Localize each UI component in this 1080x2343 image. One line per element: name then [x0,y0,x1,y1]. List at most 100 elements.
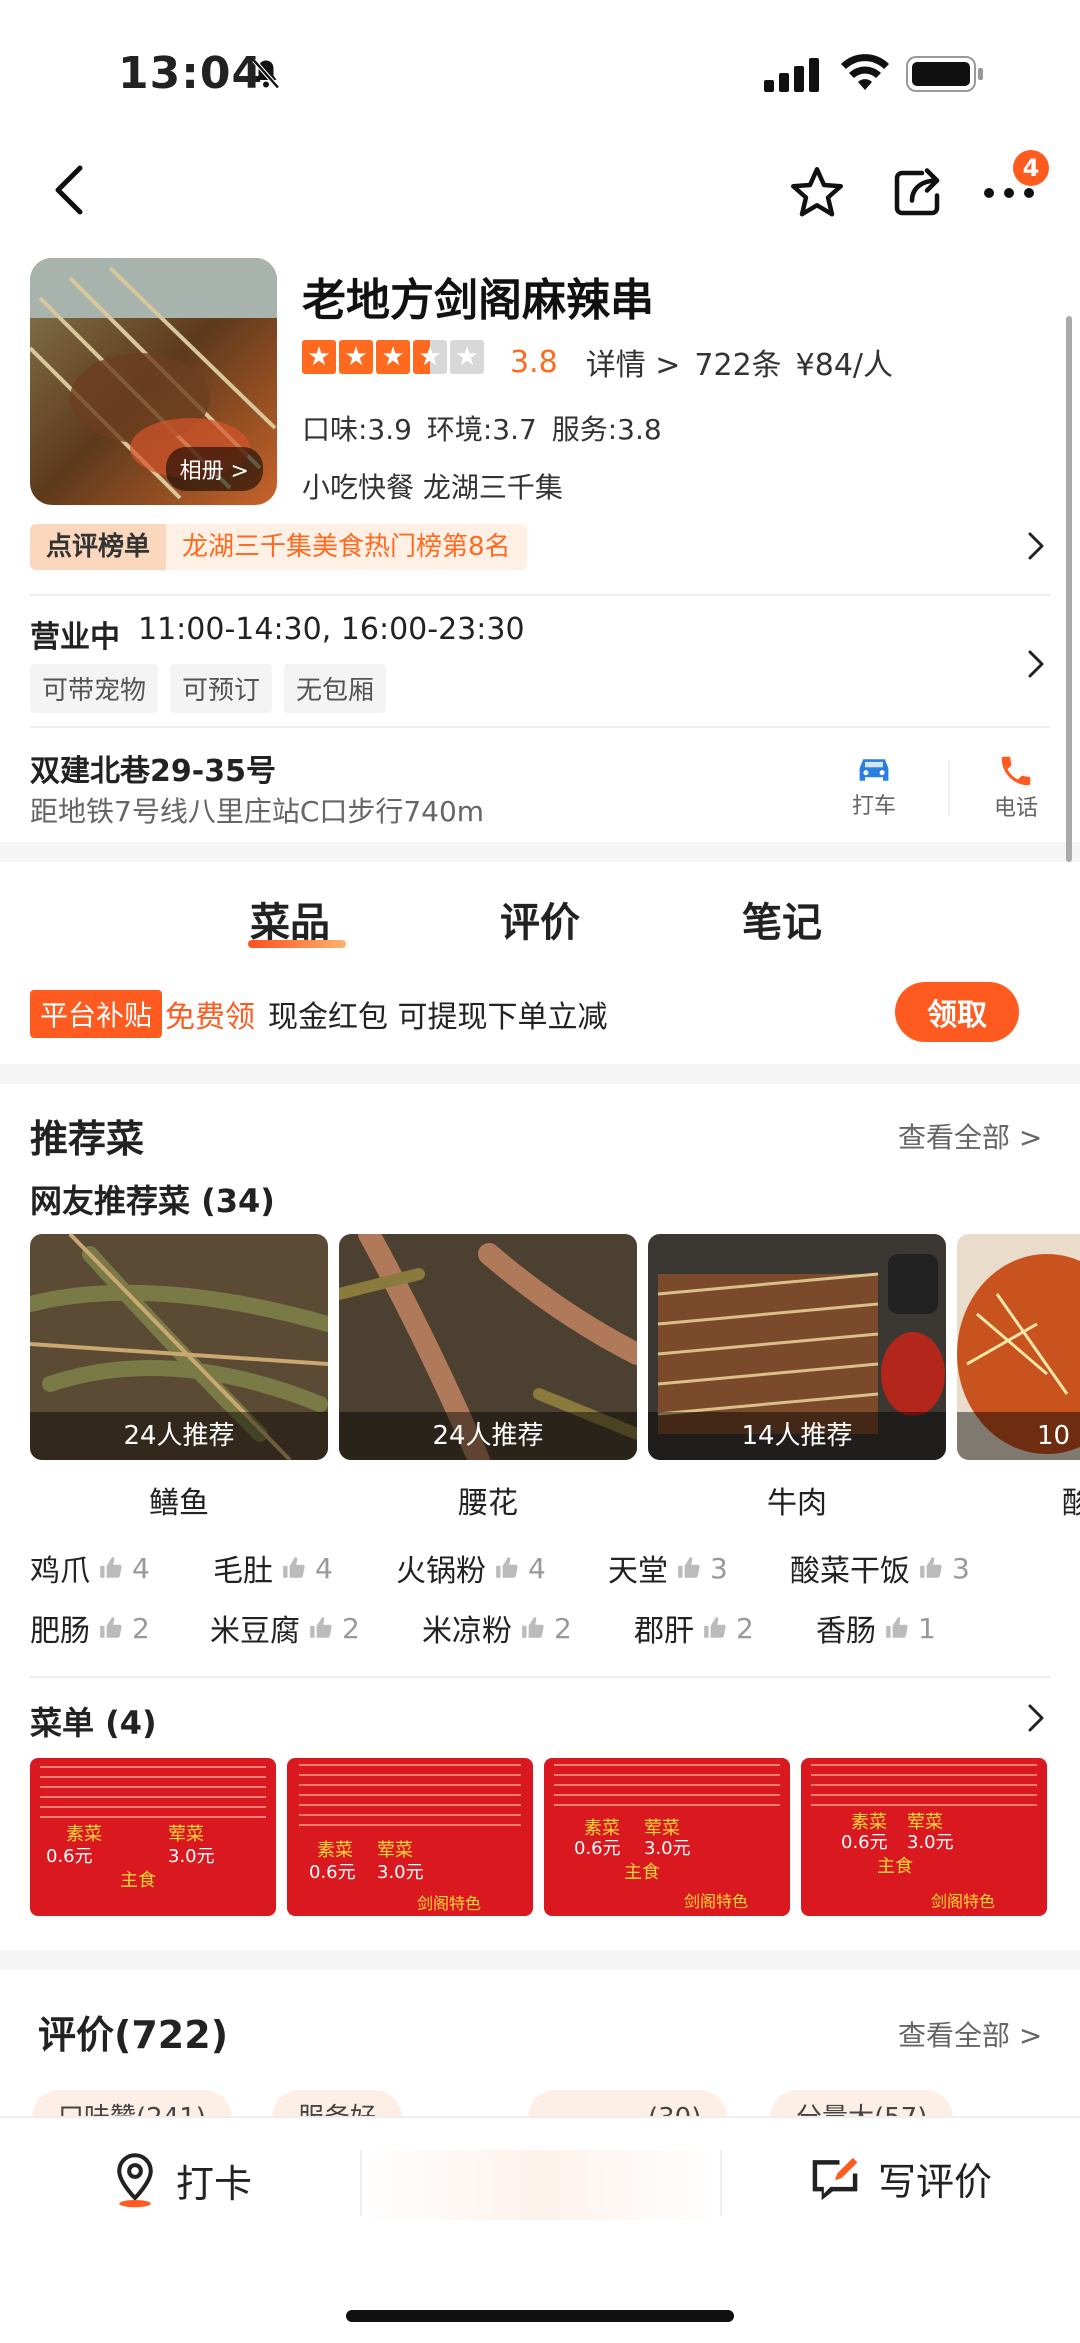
battery-icon [906,56,986,96]
mini-dish-count: 4 [315,1551,333,1585]
mini-dish-name: 天堂 [608,1554,668,1589]
section-gap [0,1064,1080,1084]
menu-title: 菜单 (4) [30,1704,157,1742]
menu-photo[interactable]: 素菜 荤菜 0.6元 3.0元 主食 剑阁特色 [544,1758,790,1916]
write-review-icon [812,2157,858,2201]
dish-card[interactable]: 24人推荐 [339,1234,637,1460]
rank-text: 龙湖三千集美食热门榜第8名 [166,524,527,570]
menu-text: 3.0元 [907,1832,954,1853]
location-pin-icon [117,2153,153,2208]
menu-text: 0.6元 [574,1838,621,1859]
album-link[interactable]: 相册 > [165,447,263,491]
section-gap [0,842,1080,862]
tag: 可预订 [170,664,273,713]
mini-dish[interactable]: 米豆腐 2 [210,1606,360,1650]
menu-photo[interactable]: 素菜 荤菜 0.6元 3.0元 主食 [30,1758,276,1916]
mini-dish-count: 4 [528,1551,546,1585]
mini-dish-count: 3 [952,1551,970,1585]
checkin-label: 打卡 [176,2161,253,2206]
dish-card[interactable]: 14人推荐 [648,1234,946,1460]
dish-recommend-count: 14人推荐 [648,1412,946,1460]
opening-hours: 11:00-14:30, 16:00-23:30 [138,612,525,647]
tab-notes[interactable]: 笔记 [742,890,822,948]
mini-dish-name: 火锅粉 [396,1554,486,1589]
menu-text: 剑阁特色 [684,1892,749,1911]
shop-tags: 可带宠物 可预订 无包厢 [30,664,387,713]
mini-dish[interactable]: 香肠 1 [816,1606,936,1650]
tab-reviews[interactable]: 评价 [500,890,580,948]
chevron-right-icon[interactable] [1026,1702,1046,1738]
menu-text: 0.6元 [841,1832,888,1853]
mini-dish-count: 2 [736,1611,754,1645]
mini-dish[interactable]: 肥肠 2 [30,1606,150,1650]
dish-recommend-count: 10 [957,1412,1080,1460]
claim-button[interactable]: 领取 [895,982,1019,1042]
address[interactable]: 双建北巷29-35号 [30,746,276,790]
mute-bell-icon [248,56,284,96]
star-icon: ★ [339,340,373,374]
mini-dish[interactable]: 酸菜干饭 3 [790,1546,970,1590]
checkin-button[interactable]: 打卡 [108,2150,252,2210]
mini-dish[interactable]: 天堂 3 [608,1546,728,1590]
thumbs-up-icon [310,1617,332,1638]
divider [720,2150,722,2216]
divider [30,1676,1050,1678]
mini-dish-name: 香肠 [816,1614,876,1649]
divider [360,2150,362,2216]
more-dots-icon [984,188,1034,198]
mini-dish[interactable]: 火锅粉 4 [396,1546,546,1590]
signal-icon [764,58,822,96]
star-icon: ★ [376,340,410,374]
section-gap [0,1950,1080,1970]
active-tab-indicator [248,940,346,948]
mini-dish-name: 米凉粉 [422,1614,512,1649]
menu-text: 主食 [877,1856,913,1877]
chevron-right-icon[interactable] [1026,648,1046,684]
dish-name: 鳝鱼 [149,1486,209,1521]
write-review-label: 写评价 [878,2159,993,2204]
dish-card[interactable]: 24人推荐 [30,1234,328,1460]
mini-dish-name: 米豆腐 [210,1614,300,1649]
subsidy-free: 免费领 [165,1000,255,1035]
share-button[interactable] [884,160,950,226]
mini-dish-count: 2 [554,1611,572,1645]
chevron-right-icon[interactable] [1026,530,1046,566]
mini-dish[interactable]: 毛肚 4 [213,1546,333,1590]
mini-dish-count: 4 [132,1551,150,1585]
thumbs-up-icon [522,1617,544,1638]
dish-name: 腰花 [458,1486,518,1521]
menu-text: 剑阁特色 [931,1892,996,1911]
taxi-label: 打车 [852,794,897,819]
mini-dish[interactable]: 鸡爪 4 [30,1546,150,1590]
menu-text-lines [299,1764,521,1828]
open-status: 营业中 [30,620,120,655]
mini-dish[interactable]: 米凉粉 2 [422,1606,572,1650]
back-button[interactable] [40,160,100,220]
menu-photo[interactable]: 素菜 荤菜 0.6元 3.0元 主食 剑阁特色 [801,1758,1047,1916]
details-link[interactable]: 详情 > [586,340,681,384]
taxi-button[interactable]: 打车 [852,752,896,820]
divider [30,594,1050,596]
car-icon [859,759,889,781]
rating-score: 3.8 [510,344,558,380]
scrollbar[interactable] [1066,316,1072,862]
menu-photo[interactable]: 素菜 荤菜 0.6元 3.0元 剑阁特色 [287,1758,533,1916]
shop-cover-photo[interactable]: 相册 > [30,258,277,505]
half-star-icon: ★ [413,340,447,374]
dish-card[interactable]: 10 [957,1234,1080,1460]
write-review-button[interactable]: 写评价 [806,2150,992,2206]
reviews-title: 评价(722) [38,2013,229,2057]
thumbs-up-icon [920,1557,942,1578]
menu-text-lines [811,1764,1037,1814]
see-all-reviews-link[interactable]: 查看全部 > [898,2014,1042,2054]
phone-icon [1001,756,1031,786]
see-all-dishes-link[interactable]: 查看全部 > [898,1116,1042,1156]
mini-dish[interactable]: 郡肝 2 [634,1606,754,1650]
divider [30,726,1050,728]
phone-button[interactable]: 电话 [994,752,1038,822]
rank-banner[interactable]: 点评榜单 龙湖三千集美食热门榜第8名 [30,524,527,570]
notification-badge: 4 [1013,150,1049,186]
home-indicator[interactable] [346,2310,734,2322]
favorite-button[interactable] [784,160,850,226]
mini-dish-count: 2 [132,1611,150,1645]
